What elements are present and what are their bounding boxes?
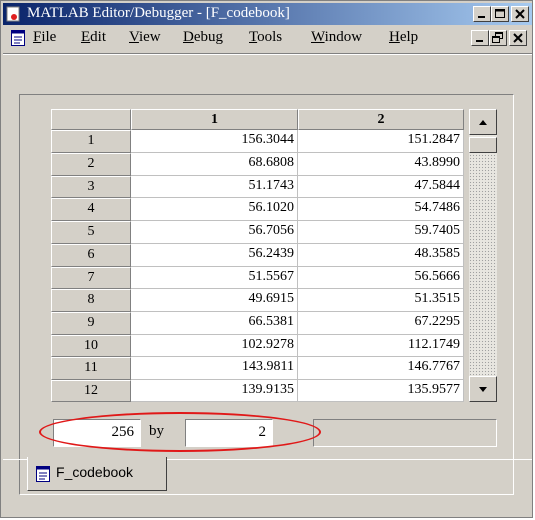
table-cell[interactable]: 59.7405 <box>298 221 464 244</box>
maximize-button[interactable] <box>491 6 509 22</box>
row-header[interactable]: 1 <box>51 130 131 153</box>
table-cell[interactable]: 56.1020 <box>131 198 298 221</box>
maximize-icon <box>495 9 505 18</box>
row-header[interactable]: 8 <box>51 289 131 312</box>
scroll-down-button[interactable] <box>469 376 497 402</box>
doc-restore-button[interactable] <box>489 30 507 46</box>
columns-size-field[interactable]: 2 <box>185 419 273 447</box>
tab-label: F_codebook <box>56 464 134 480</box>
status-field <box>313 419 497 447</box>
row-header[interactable]: 7 <box>51 267 131 289</box>
table-cell[interactable]: 51.5567 <box>131 267 298 289</box>
column-header-2[interactable]: 2 <box>298 109 464 130</box>
menu-tools[interactable]: Tools <box>249 29 282 46</box>
minimize-icon <box>478 16 485 18</box>
table-cell[interactable]: 56.2439 <box>131 244 298 267</box>
row-header[interactable]: 6 <box>51 244 131 267</box>
table-cell[interactable]: 68.6808 <box>131 153 298 176</box>
rows-size-field[interactable]: 256 <box>53 419 141 447</box>
scroll-up-button[interactable] <box>469 109 497 135</box>
row-header[interactable]: 11 <box>51 357 131 380</box>
row-header[interactable]: 5 <box>51 221 131 244</box>
close-button[interactable] <box>511 6 529 22</box>
matlab-editor-window: MATLAB Editor/Debugger - [F_codebook] Fi… <box>0 0 533 518</box>
table-cell[interactable]: 146.7767 <box>298 357 464 380</box>
table-cell[interactable]: 135.9577 <box>298 380 464 402</box>
close-icon <box>515 9 525 19</box>
window-title: MATLAB Editor/Debugger - [F_codebook] <box>27 5 290 21</box>
menu-debug[interactable]: Debug <box>183 29 223 46</box>
tab-f-codebook[interactable]: F_codebook <box>27 457 167 491</box>
document-icon[interactable] <box>11 30 25 46</box>
table-cell[interactable]: 56.5666 <box>298 267 464 289</box>
document-icon <box>36 466 50 482</box>
row-header[interactable]: 12 <box>51 380 131 402</box>
menu-bar: File Edit View Debug Tools Window Help <box>3 27 532 49</box>
table-cell[interactable]: 47.5844 <box>298 176 464 198</box>
close-icon <box>513 33 523 43</box>
column-header-1[interactable]: 1 <box>131 109 298 130</box>
table-cell[interactable]: 56.7056 <box>131 221 298 244</box>
matlab-app-icon[interactable] <box>6 6 22 22</box>
menu-file[interactable]: File <box>33 29 56 46</box>
table-cell[interactable]: 143.9811 <box>131 357 298 380</box>
row-header[interactable]: 3 <box>51 176 131 198</box>
doc-close-button[interactable] <box>509 30 527 46</box>
menu-view[interactable]: View <box>129 29 161 46</box>
by-label: by <box>149 423 164 439</box>
table-cell[interactable]: 51.3515 <box>298 289 464 312</box>
table-cell[interactable]: 43.8990 <box>298 153 464 176</box>
title-bar[interactable]: MATLAB Editor/Debugger - [F_codebook] <box>3 3 532 25</box>
minimize-icon <box>476 40 483 42</box>
restore-icon <box>492 32 503 43</box>
table-cell[interactable]: 51.1743 <box>131 176 298 198</box>
table-cell[interactable]: 151.2847 <box>298 130 464 153</box>
table-cell[interactable]: 139.9135 <box>131 380 298 402</box>
table-cell[interactable]: 67.2295 <box>298 312 464 335</box>
row-header[interactable]: 10 <box>51 335 131 357</box>
corner-header <box>51 109 131 130</box>
table-cell[interactable]: 102.9278 <box>131 335 298 357</box>
array-grid[interactable]: 1 2 1 156.3044 151.2847 2 68.6808 43.899… <box>51 109 464 402</box>
menu-window[interactable]: Window <box>311 29 362 46</box>
table-cell[interactable]: 66.5381 <box>131 312 298 335</box>
table-cell[interactable]: 49.6915 <box>131 289 298 312</box>
row-header[interactable]: 4 <box>51 198 131 221</box>
minimize-button[interactable] <box>473 6 491 22</box>
row-header[interactable]: 9 <box>51 312 131 335</box>
doc-minimize-button[interactable] <box>471 30 489 46</box>
table-cell[interactable]: 156.3044 <box>131 130 298 153</box>
menu-help[interactable]: Help <box>389 29 418 46</box>
menu-separator <box>3 53 532 55</box>
row-header[interactable]: 2 <box>51 153 131 176</box>
table-cell[interactable]: 112.1749 <box>298 335 464 357</box>
vertical-scrollbar[interactable] <box>469 109 497 402</box>
menu-edit[interactable]: Edit <box>81 29 106 46</box>
arrow-down-icon <box>479 387 487 392</box>
table-cell[interactable]: 54.7486 <box>298 198 464 221</box>
arrow-up-icon <box>479 120 487 125</box>
table-cell[interactable]: 48.3585 <box>298 244 464 267</box>
scroll-thumb[interactable] <box>469 137 497 153</box>
